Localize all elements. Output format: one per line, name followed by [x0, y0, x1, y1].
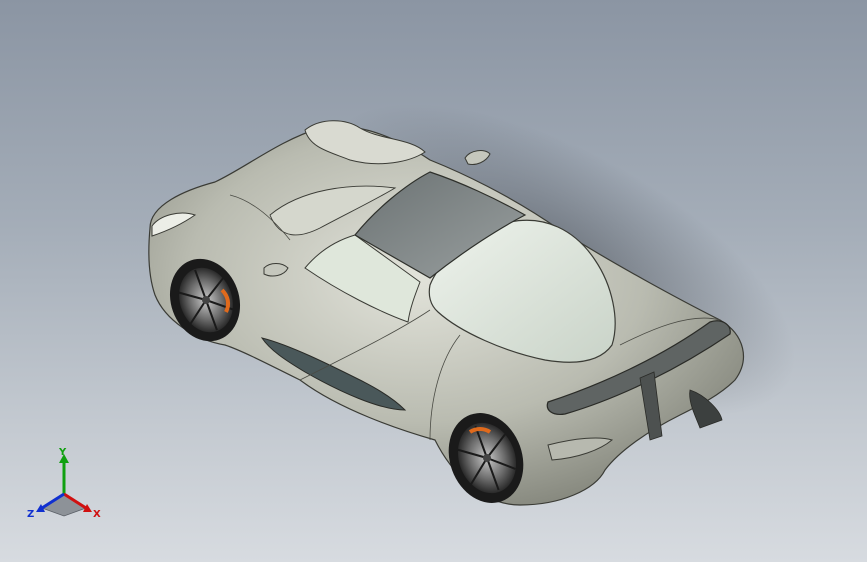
3d-viewport[interactable]: Y X Z: [0, 0, 867, 562]
car-model[interactable]: [0, 0, 867, 562]
y-axis-label: Y: [58, 447, 67, 458]
x-axis-label: X: [93, 509, 101, 520]
view-orientation-triad[interactable]: Y X Z: [22, 446, 106, 522]
z-axis-label: Z: [27, 509, 34, 520]
